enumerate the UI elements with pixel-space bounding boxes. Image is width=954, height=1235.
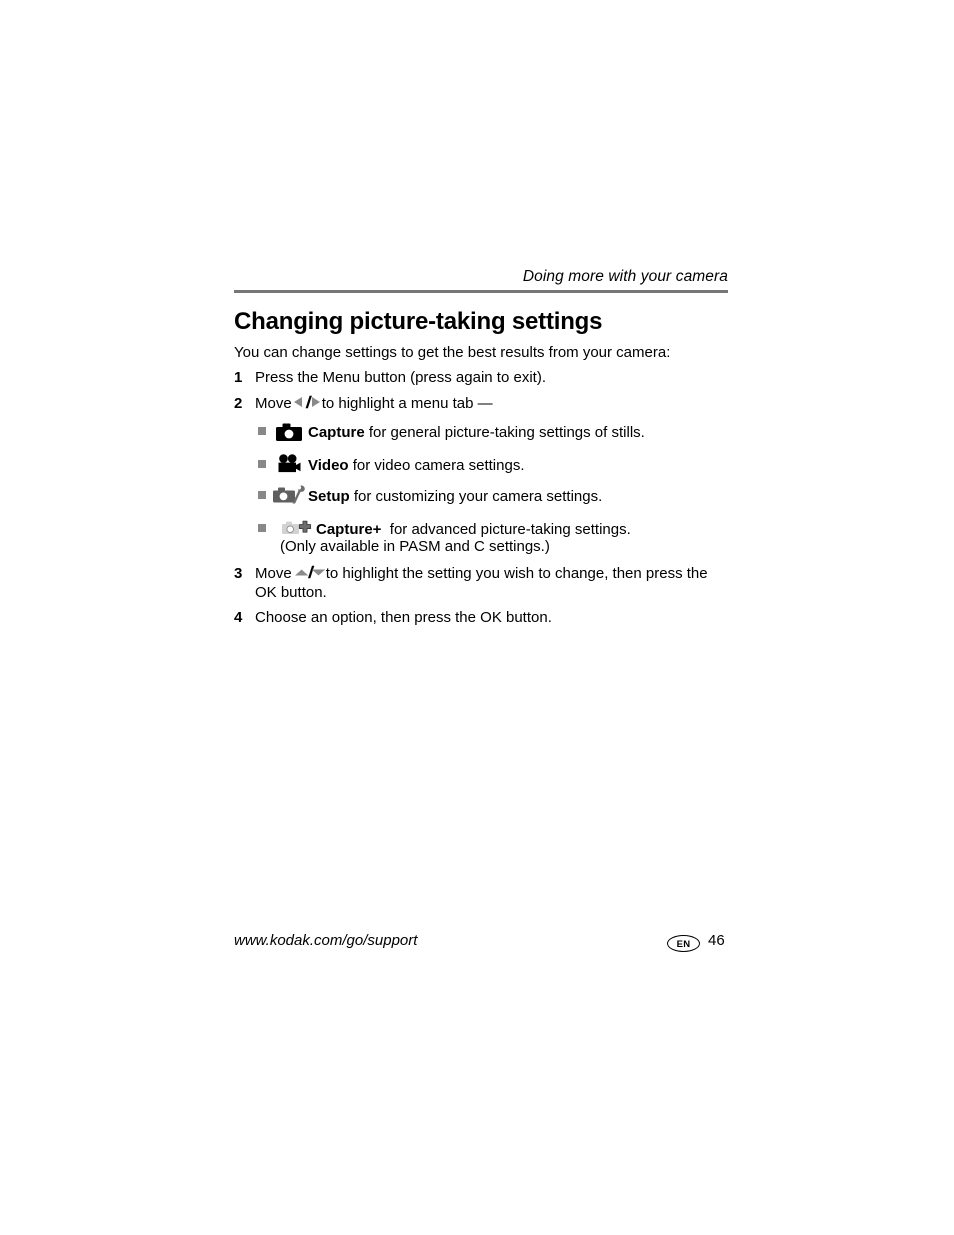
step-4-text: Choose an option, then press the OK butt… <box>255 609 552 626</box>
step-2-text: Move to highlight a menu tab — <box>255 395 715 414</box>
bullet-square-icon <box>258 524 266 532</box>
running-header: Doing more with your camera <box>522 268 728 285</box>
document-page: Doing more with your camera Changing pic… <box>0 0 954 1235</box>
step-3-number: 3 <box>234 565 243 582</box>
step-1: 1 Press the Menu button (press again to … <box>234 369 715 388</box>
menu-tab-setup-desc-text: for customizing your camera settings. <box>353 488 603 505</box>
step-1-text: Press the Menu button (press again to ex… <box>255 369 546 386</box>
menu-tab-setup-label: Setup <box>308 488 350 505</box>
video-camera-icon <box>270 454 308 480</box>
bullet-square-icon <box>258 491 266 499</box>
step-2-number: 2 <box>234 395 243 412</box>
step-4-number: 4 <box>234 609 243 626</box>
header-divider <box>234 290 728 293</box>
menu-tab-capture-plus-label: Capture+ <box>316 521 382 538</box>
up-down-arrows-icon <box>293 565 325 579</box>
menu-tab-capture-label: Capture <box>308 424 365 441</box>
step-1-number: 1 <box>234 369 243 386</box>
menu-tab-video-label: Video <box>308 457 349 474</box>
step-3-text-before: Move <box>255 565 292 582</box>
page-number: 46 <box>708 932 725 949</box>
menu-tab-capture-plus-note: (Only available in PASM and C settings.) <box>280 538 550 555</box>
step-3: 3 Move to highlight the setting you wish… <box>234 565 715 603</box>
step-2: 2 Move to highlight a menu tab — <box>234 395 715 414</box>
menu-tab-capture-desc-text: for general picture-taking settings of s… <box>368 424 645 441</box>
step-3-text: Move to highlight the setting you wish t… <box>255 565 715 603</box>
footer-support-url[interactable]: www.kodak.com/go/support <box>234 932 417 949</box>
menu-tab-capture-plus-desc-text: for advanced picture-taking settings. <box>389 521 631 538</box>
camera-wrench-setup-icon <box>270 485 308 511</box>
language-badge: EN <box>667 935 700 952</box>
left-right-arrows-icon <box>293 395 321 409</box>
menu-tab-video: Video for video camera settings. <box>258 454 525 480</box>
bullet-square-icon <box>258 460 266 468</box>
intro-paragraph: You can change settings to get the best … <box>234 344 671 361</box>
menu-tab-setup: Setup for customizing your camera settin… <box>258 485 602 511</box>
menu-tab-video-desc-text: for video camera settings. <box>352 457 525 474</box>
step-2-text-before: Move <box>255 395 292 412</box>
step-4: 4 Choose an option, then press the OK bu… <box>234 609 715 628</box>
page-title: Changing picture-taking settings <box>234 308 603 335</box>
menu-tab-capture: Capture for general picture-taking setti… <box>258 423 645 447</box>
step-2-text-after: to highlight a menu tab — <box>321 395 493 412</box>
camera-icon <box>270 423 308 447</box>
bullet-square-icon <box>258 427 266 435</box>
